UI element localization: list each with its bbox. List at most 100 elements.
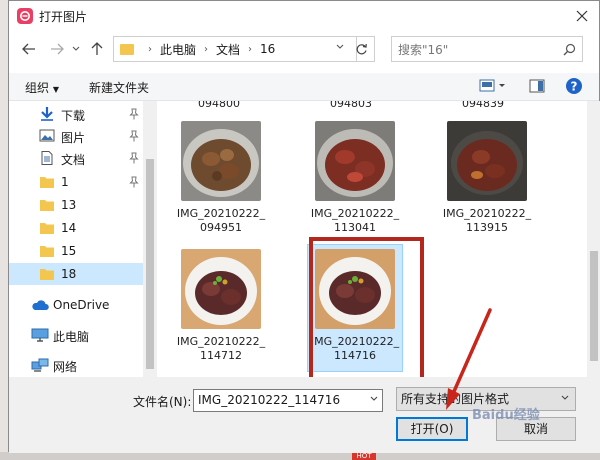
new-folder-button[interactable]: 新建文件夹: [89, 79, 149, 96]
sidebar-item-folder-13[interactable]: 13: [9, 194, 143, 216]
watermark: Baidu经验: [472, 408, 540, 423]
search-input[interactable]: 搜索"16": [391, 36, 583, 62]
filename-value: IMG_20210222_114716: [198, 393, 341, 407]
folder-icon: [120, 43, 134, 55]
navigation-row: › 此电脑 › 文档 › 16 搜索"16": [9, 35, 599, 63]
breadcrumb-separator-icon: ›: [204, 43, 209, 55]
view-mode-icon[interactable]: [479, 79, 507, 96]
search-placeholder: 搜索"16": [398, 42, 449, 57]
chevron-down-icon: [336, 44, 344, 49]
sidebar-scrollbar-thumb[interactable]: [146, 159, 154, 369]
file-list-scrollbar[interactable]: [587, 101, 600, 377]
pin-icon: [129, 176, 139, 188]
preview-pane-icon[interactable]: [529, 79, 545, 96]
network-icon: [31, 358, 49, 372]
background-taskbar-strip: HOT: [0, 452, 600, 460]
up-button[interactable]: [87, 39, 107, 59]
background-app-edge: [0, 0, 8, 460]
photo-thumbnail: [315, 121, 395, 201]
sidebar-item-folder-15[interactable]: 15: [9, 240, 143, 262]
hot-badge: HOT: [352, 452, 376, 460]
sidebar-item-folder-18[interactable]: 18: [9, 263, 143, 285]
file-name-cut[interactable]: 094839: [435, 101, 531, 110]
forward-arrow-icon: [51, 43, 64, 55]
file-name: IMG_20210222_ 113915: [442, 207, 532, 234]
sidebar-item-documents[interactable]: 文档: [9, 147, 143, 169]
sidebar-item-label: 此电脑: [53, 330, 90, 344]
title-bar: 打开图片: [9, 1, 599, 31]
sidebar-item-label: 网络: [53, 360, 78, 374]
filename-label: 文件名(N):: [133, 395, 192, 409]
back-button[interactable]: [19, 39, 39, 59]
breadcrumb-separator-icon: ›: [248, 43, 253, 55]
folder-icon: [40, 246, 54, 257]
file-name-cut[interactable]: 094803: [303, 101, 399, 110]
help-icon[interactable]: ?: [565, 77, 583, 98]
refresh-button[interactable]: [349, 36, 375, 62]
sidebar-item-network[interactable]: 网络: [9, 354, 143, 376]
back-arrow-icon: [22, 43, 35, 55]
onedrive-icon: [32, 300, 49, 310]
file-tile[interactable]: IMG_20210222_ 094951: [173, 121, 269, 235]
breadcrumb-documents[interactable]: 文档: [216, 41, 240, 58]
folder-icon: [40, 200, 54, 211]
chevron-down-icon: [370, 396, 378, 401]
command-toolbar: 组织 ▼ 新建文件夹 ?: [9, 73, 599, 101]
sidebar-item-downloads[interactable]: 下载: [9, 103, 143, 125]
app-logo-icon: [17, 8, 33, 24]
sidebar-item-label: 14: [61, 221, 77, 235]
chevron-down-icon: [72, 46, 80, 51]
folder-icon: [40, 177, 54, 188]
pictures-icon: [39, 129, 55, 142]
file-name: IMG_20210222_ 094951: [176, 207, 266, 234]
sidebar-item-folder-14[interactable]: 14: [9, 217, 143, 239]
file-name: IMG_20210222_ 113041: [310, 207, 400, 234]
forward-button[interactable]: [47, 39, 67, 59]
computer-icon: [31, 328, 49, 342]
up-arrow-icon: [91, 42, 103, 55]
breadcrumb-this-pc[interactable]: 此电脑: [160, 41, 196, 58]
annotation-highlight-box: [309, 237, 424, 383]
pin-icon: [129, 108, 139, 120]
sidebar-item-label: 1: [61, 175, 69, 189]
folder-icon: [40, 223, 54, 234]
open-button[interactable]: 打开(O): [396, 417, 468, 441]
sidebar-item-label: OneDrive: [53, 298, 110, 312]
sidebar-item-pictures[interactable]: 图片: [9, 125, 143, 147]
file-list-scrollbar-thumb[interactable]: [590, 251, 598, 361]
sidebar-item-label: 15: [61, 244, 77, 258]
address-dropdown-button[interactable]: [329, 35, 351, 59]
close-icon: [576, 10, 588, 22]
sidebar-item-folder-1[interactable]: 1: [9, 171, 143, 193]
sidebar-item-label: 图片: [61, 131, 86, 145]
organize-menu[interactable]: 组织 ▼: [25, 79, 59, 96]
filename-input[interactable]: IMG_20210222_114716: [193, 389, 383, 412]
close-button[interactable]: [573, 7, 591, 25]
search-icon[interactable]: [556, 43, 582, 56]
file-tile[interactable]: IMG_20210222_ 113915: [439, 121, 535, 235]
sidebar-item-this-pc[interactable]: 此电脑: [9, 324, 143, 346]
sidebar-item-label: 18: [61, 267, 77, 281]
file-tile[interactable]: IMG_20210222_ 114712: [173, 249, 269, 363]
documents-icon: [41, 151, 53, 165]
file-name-cut[interactable]: 094800: [171, 101, 267, 110]
chevron-down-icon: ▼: [52, 85, 59, 94]
file-tile[interactable]: IMG_20210222_ 113041: [307, 121, 403, 235]
pin-icon: [129, 130, 139, 142]
chevron-down-icon: [561, 395, 569, 400]
sidebar-item-label: 文档: [61, 153, 86, 167]
file-name: IMG_20210222_ 114712: [176, 335, 266, 362]
navigation-pane: 下载 图片 文档 1 13 14 15 18 OneDrive 此电脑 网络: [9, 101, 157, 377]
sidebar-item-onedrive[interactable]: OneDrive: [9, 294, 143, 316]
address-bar[interactable]: › 此电脑 › 文档 › 16: [113, 36, 357, 62]
photo-thumbnail: [181, 121, 261, 201]
photo-thumbnail: [181, 249, 261, 329]
window-title: 打开图片: [39, 9, 88, 24]
recent-locations-button[interactable]: [69, 39, 83, 59]
open-image-dialog: 打开图片 › 此电脑 › 文档 › 16 搜索"16" 组织 ▼ 新建文件夹 ?…: [8, 0, 600, 453]
refresh-icon: [356, 43, 367, 54]
photo-thumbnail: [447, 121, 527, 201]
sidebar-item-label: 13: [61, 198, 77, 212]
sidebar-scrollbar[interactable]: [143, 101, 157, 377]
breadcrumb-16[interactable]: 16: [260, 42, 275, 56]
